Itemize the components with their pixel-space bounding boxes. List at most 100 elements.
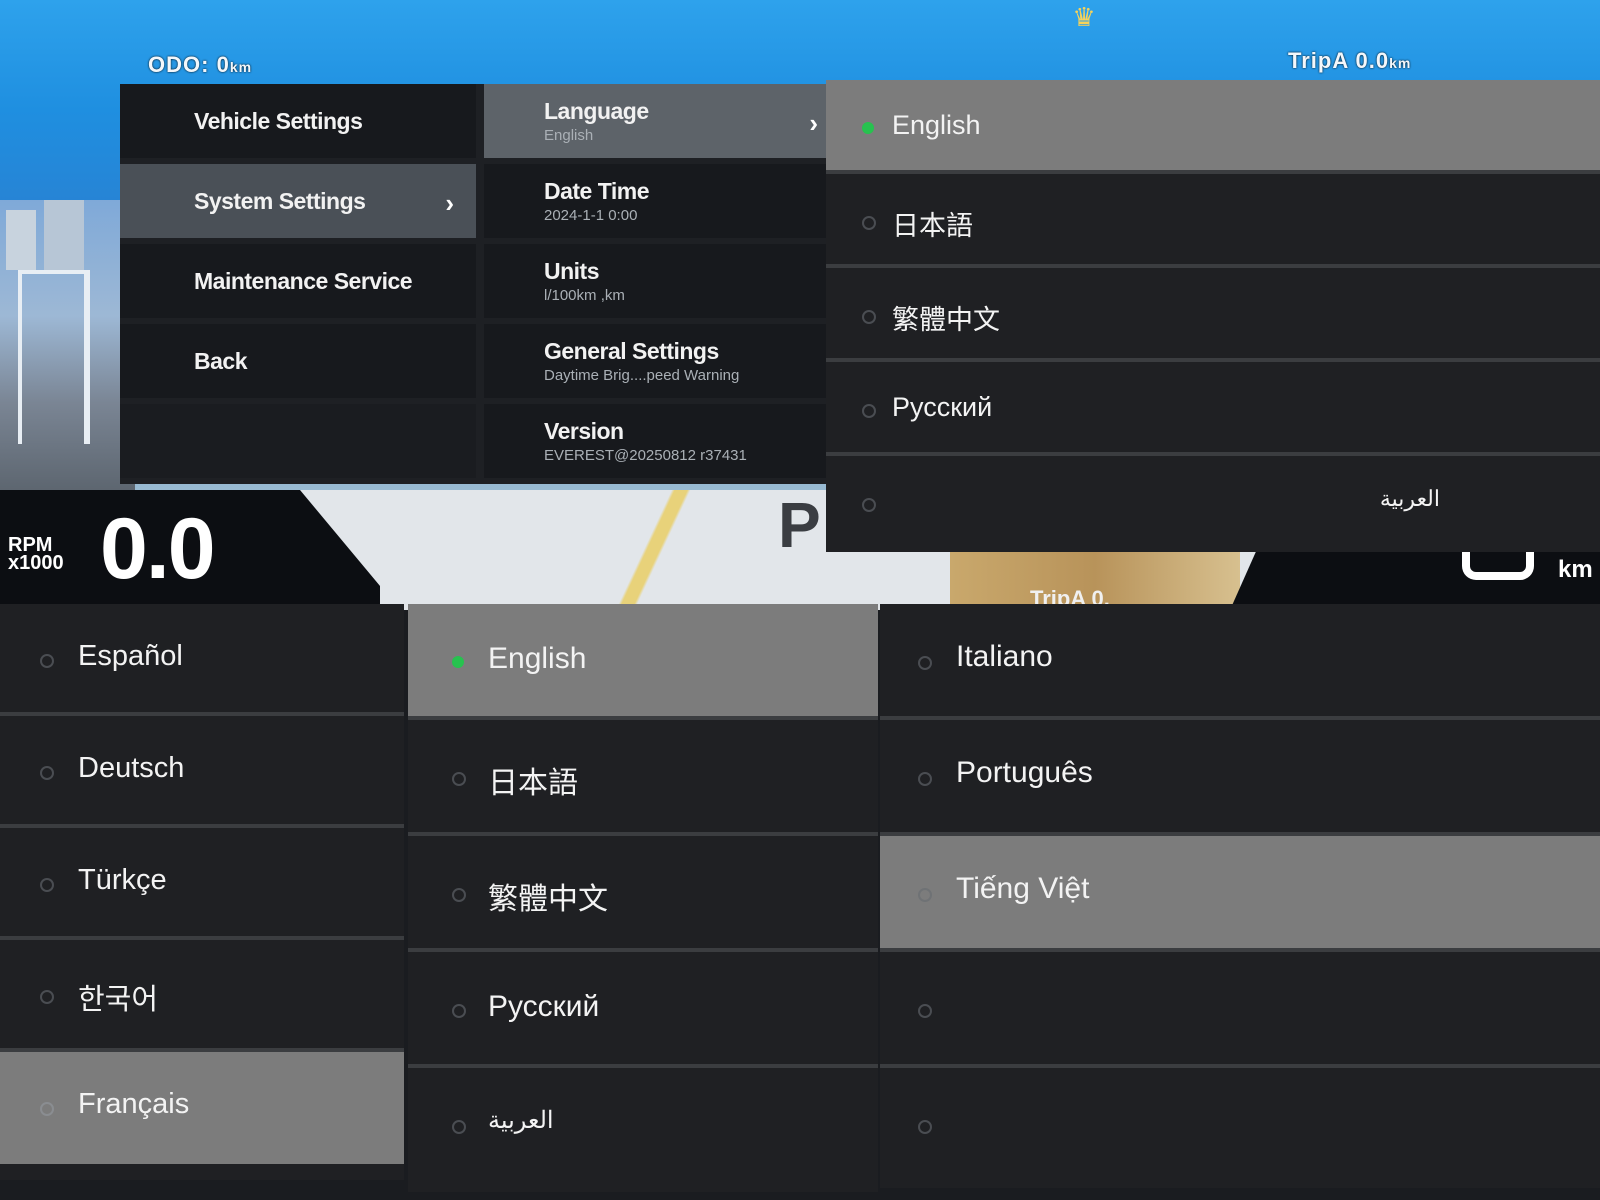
settings-category-list: Vehicle Settings System Settings › Maint… — [120, 84, 476, 484]
radio-icon — [862, 310, 876, 324]
language-option-japanese[interactable]: 日本語 — [826, 174, 1600, 268]
menu-item-value: 2024-1-1 0:00 — [544, 207, 638, 224]
menu-item-title: Units — [544, 258, 600, 284]
gear-indicator: P — [778, 489, 821, 561]
language-option-english[interactable]: English — [826, 80, 1600, 174]
menu-item-title: Version — [544, 418, 624, 444]
language-option-german[interactable]: Deutsch — [0, 716, 404, 828]
menu-item-title: General Settings — [544, 338, 719, 364]
odometer-value: 0 — [216, 52, 230, 77]
language-label: 日本語 — [892, 211, 973, 241]
language-option-traditional-chinese[interactable]: 繁體中文 — [408, 836, 878, 952]
menu-item-language[interactable]: Language English › — [484, 84, 840, 158]
language-label: Español — [78, 640, 183, 672]
language-option-traditional-chinese[interactable]: 繁體中文 — [826, 268, 1600, 362]
radio-icon — [40, 878, 54, 892]
language-label: العربية — [1379, 486, 1440, 511]
language-option-arabic[interactable]: العربية — [826, 456, 1600, 550]
road-lane-line — [520, 490, 780, 610]
trip-unit: km — [1389, 55, 1412, 71]
menu-item-maintenance-service[interactable]: Maintenance Service — [120, 244, 476, 318]
crown-icon: ♛ — [1072, 2, 1096, 32]
language-option-vietnamese[interactable]: Tiếng Việt — [880, 836, 1600, 952]
language-option-russian[interactable]: Русский — [408, 952, 878, 1068]
rpm-value: 0.0 — [100, 501, 216, 597]
building — [44, 200, 84, 270]
language-option-korean[interactable]: 한국어 — [0, 940, 404, 1052]
language-option-portuguese[interactable]: Português — [880, 720, 1600, 836]
odometer-unit: km — [229, 59, 253, 75]
radio-icon — [40, 654, 54, 668]
language-label: Português — [956, 756, 1093, 789]
language-list-left: Español Deutsch Türkçe 한국어 Français — [0, 604, 404, 1180]
language-label: Tiếng Việt — [956, 872, 1090, 905]
language-label: 한국어 — [78, 984, 159, 1016]
radio-selected-icon — [862, 122, 874, 134]
language-label: 日本語 — [488, 767, 578, 800]
rpm-label: RPM x1000 — [8, 535, 64, 574]
menu-item-label: Back — [194, 347, 247, 374]
language-option-italian[interactable]: Italiano — [880, 604, 1600, 720]
language-option-arabic[interactable]: العربية — [408, 1068, 878, 1184]
language-label: Italiano — [956, 640, 1053, 673]
language-label: English — [488, 642, 587, 675]
radio-icon — [918, 1004, 932, 1018]
radio-icon — [862, 498, 876, 512]
menu-item-title: Language — [544, 98, 649, 124]
menu-item-value: Daytime Brig....peed Warning — [544, 367, 740, 384]
radio-icon — [452, 1004, 466, 1018]
language-option-english[interactable]: English — [408, 604, 878, 720]
menu-item-value: English — [544, 127, 594, 144]
odometer-readout: ODO: 0km — [148, 52, 252, 78]
menu-item-general-settings[interactable]: General Settings Daytime Brig....peed Wa… — [484, 324, 840, 398]
language-list-right: Italiano Português Tiếng Việt — [880, 604, 1600, 1188]
rpm-label-line2: x1000 — [8, 552, 64, 574]
trip-value: 0.0 — [1355, 48, 1390, 73]
menu-item-back[interactable]: Back — [120, 324, 476, 398]
menu-item-version[interactable]: Version EVEREST@20250812 r37431 — [484, 404, 840, 478]
radio-icon — [452, 772, 466, 786]
system-settings-list: Language English › Date Time 2024-1-1 0:… — [484, 84, 840, 484]
radio-icon — [918, 1120, 932, 1134]
language-label: Français — [78, 1088, 190, 1120]
radio-icon — [918, 888, 932, 902]
radio-icon — [40, 1102, 54, 1116]
menu-item-units[interactable]: Units l/100km ,km — [484, 244, 840, 318]
menu-item-system-settings[interactable]: System Settings › — [120, 164, 476, 238]
menu-item-date-time[interactable]: Date Time 2024-1-1 0:00 — [484, 164, 840, 238]
language-label: 繁體中文 — [892, 305, 1000, 335]
language-label: Türkçe — [78, 864, 167, 896]
radio-icon — [452, 1120, 466, 1134]
trip-label: TripA — [1288, 48, 1349, 73]
language-label: العربية — [488, 1107, 554, 1134]
menu-item-vehicle-settings[interactable]: Vehicle Settings — [120, 84, 476, 158]
menu-item-label: Vehicle Settings — [194, 107, 363, 134]
language-option-empty[interactable] — [880, 1068, 1600, 1184]
menu-item-label: Maintenance Service — [194, 267, 413, 294]
speed-unit: km — [1558, 556, 1593, 583]
menu-item-value: EVEREST@20250812 r37431 — [544, 447, 747, 464]
radio-icon — [40, 990, 54, 1004]
language-list-middle: English 日本語 繁體中文 Русский العربية — [408, 604, 878, 1192]
building — [6, 210, 36, 270]
language-label: Deutsch — [78, 752, 185, 784]
language-option-french[interactable]: Français — [0, 1052, 404, 1164]
language-option-turkish[interactable]: Türkçe — [0, 828, 404, 940]
language-label: Русский — [488, 990, 600, 1023]
language-option-japanese[interactable]: 日本語 — [408, 720, 878, 836]
radio-icon — [862, 404, 876, 418]
radio-icon — [452, 888, 466, 902]
menu-item-value: l/100km ,km — [544, 287, 625, 304]
settings-menu: Vehicle Settings System Settings › Maint… — [120, 84, 840, 484]
city-scenery — [0, 200, 135, 490]
odometer-label: ODO: — [148, 52, 210, 77]
radio-icon — [862, 216, 876, 230]
language-list-top: English 日本語 繁體中文 Русский العربية — [826, 80, 1600, 552]
language-option-empty[interactable] — [880, 952, 1600, 1068]
language-option-spanish[interactable]: Español — [0, 604, 404, 716]
language-option-russian[interactable]: Русский — [826, 362, 1600, 456]
radio-icon — [40, 766, 54, 780]
trip-readout: TripA 0.0km — [1288, 48, 1411, 74]
radio-icon — [918, 772, 932, 786]
chevron-right-icon: › — [809, 108, 818, 138]
